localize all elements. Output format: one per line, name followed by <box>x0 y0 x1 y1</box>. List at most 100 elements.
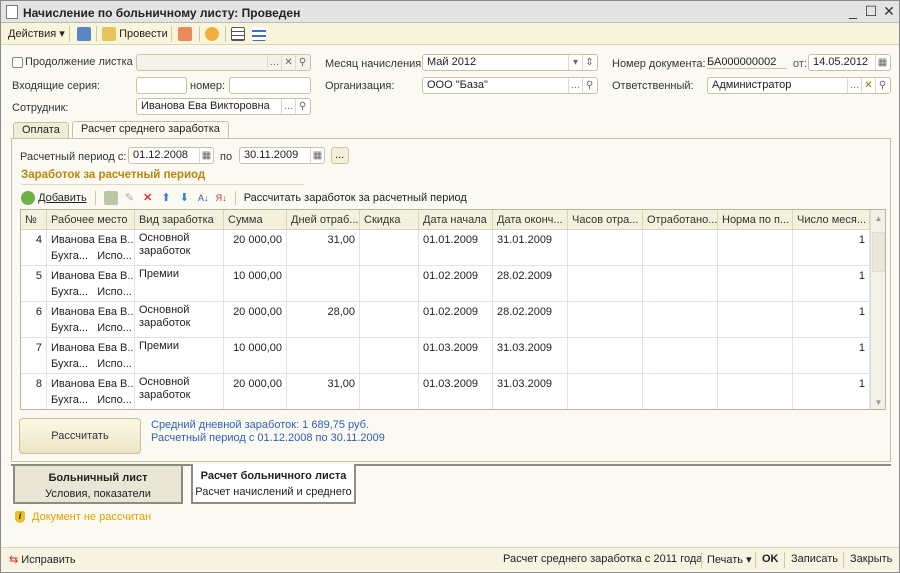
cell-type[interactable]: Основной заработок <box>135 230 224 266</box>
cell-hours[interactable] <box>568 338 643 374</box>
column-header[interactable]: Рабочее место <box>47 210 135 230</box>
select-icon[interactable]: … <box>568 78 582 93</box>
cell-start[interactable]: 01.02.2009 <box>419 302 493 338</box>
bottom-tab-sick-leave[interactable]: Больничный лист Условия, показатели <box>13 464 183 504</box>
column-header[interactable]: Отработано... <box>643 210 718 230</box>
cell-type[interactable]: Основной заработок <box>135 302 224 338</box>
month-field[interactable]: Май 2012 ▾ ⇕ <box>422 54 598 71</box>
cell-days[interactable]: 31,00 <box>287 374 360 409</box>
delete-icon[interactable]: ✕ <box>143 192 152 204</box>
clear-icon[interactable]: ✕ <box>281 55 295 70</box>
cell-emp[interactable]: Иванова Ева В... Бухга... Испо... <box>47 266 135 302</box>
save-button[interactable]: Записать <box>791 553 838 565</box>
cell-worked[interactable] <box>643 338 718 374</box>
column-header[interactable]: Число меся... <box>793 210 870 230</box>
cell-emp[interactable]: Иванова Ева В... Бухга... Испо... <box>47 230 135 266</box>
sort-asc-icon[interactable]: A↓ <box>198 193 209 203</box>
cell-type[interactable]: Премии <box>135 266 224 302</box>
cell-n[interactable]: 5 <box>21 266 47 302</box>
cell-hours[interactable] <box>568 374 643 409</box>
period-from-field[interactable]: 01.12.2008 ▦ <box>128 147 214 164</box>
column-header[interactable]: Вид заработка <box>135 210 224 230</box>
cell-sum[interactable]: 10 000,00 <box>224 338 287 374</box>
cell-start[interactable]: 01.02.2009 <box>419 266 493 302</box>
cell-days[interactable]: 31,00 <box>287 230 360 266</box>
settings-button[interactable] <box>249 26 269 42</box>
column-header[interactable]: Дата начала <box>419 210 493 230</box>
cell-disc[interactable] <box>360 374 419 409</box>
clear-icon[interactable]: ✕ <box>861 78 875 93</box>
cell-hours[interactable] <box>568 266 643 302</box>
cell-emp[interactable]: Иванова Ева В... Бухга... Испо... <box>47 338 135 374</box>
cell-n[interactable]: 6 <box>21 302 47 338</box>
move-up-icon[interactable]: ⬆ <box>161 192 170 204</box>
cell-disc[interactable] <box>360 302 419 338</box>
tab-payment[interactable]: Оплата <box>13 122 69 138</box>
vertical-scrollbar[interactable]: ▲ ▼ <box>870 210 885 409</box>
cell-days[interactable] <box>287 338 360 374</box>
cell-norm[interactable] <box>718 302 793 338</box>
responsible-field[interactable]: Администратор … ✕ ⚲ <box>707 77 891 94</box>
cell-end[interactable]: 28.02.2009 <box>493 266 568 302</box>
cell-n[interactable]: 7 <box>21 338 47 374</box>
column-header[interactable]: № <box>21 210 47 230</box>
cell-type[interactable]: Основной заработок <box>135 374 224 409</box>
period-select-button[interactable]: ... <box>331 147 349 164</box>
cell-norm[interactable] <box>718 338 793 374</box>
column-header[interactable]: Скидка <box>360 210 419 230</box>
cell-end[interactable]: 31.03.2009 <box>493 338 568 374</box>
close-button[interactable]: ✕ <box>880 3 898 21</box>
edit-icon[interactable]: ✎ <box>125 192 134 204</box>
cell-worked[interactable] <box>643 230 718 266</box>
calc-earnings-button[interactable]: Рассчитать заработок за расчетный период <box>244 192 467 204</box>
cell-disc[interactable] <box>360 230 419 266</box>
cell-start[interactable]: 01.03.2009 <box>419 338 493 374</box>
employee-field[interactable]: Иванова Ева Викторовна … ⚲ <box>136 98 311 115</box>
cell-norm[interactable] <box>718 374 793 409</box>
actions-menu[interactable]: Действия ▾ <box>5 26 68 42</box>
scroll-down-icon[interactable]: ▼ <box>871 398 885 407</box>
structure-button[interactable] <box>228 26 248 42</box>
period-to-field[interactable]: 30.11.2009 ▦ <box>239 147 325 164</box>
search-icon[interactable]: ⚲ <box>295 99 309 114</box>
bottom-tab-sick-leave-calc[interactable]: Расчет больничного листа Расчет начислени… <box>191 464 356 504</box>
search-icon[interactable]: ⚲ <box>875 78 889 93</box>
add-button[interactable]: Добавить <box>21 191 87 206</box>
fix-button[interactable]: ⇆ Исправить <box>9 553 76 566</box>
cell-sum[interactable]: 10 000,00 <box>224 266 287 302</box>
post-and-close-button[interactable] <box>74 26 94 42</box>
search-icon[interactable]: ⚲ <box>582 78 596 93</box>
cell-months[interactable]: 1 <box>793 374 870 409</box>
date-field[interactable]: 14.05.2012 ▦ <box>808 54 891 71</box>
ok-button[interactable]: OK <box>762 553 779 565</box>
cell-type[interactable]: Премии <box>135 338 224 374</box>
cell-days[interactable] <box>287 266 360 302</box>
sort-desc-icon[interactable]: Я↓ <box>216 193 227 203</box>
select-icon[interactable]: … <box>281 99 295 114</box>
cell-start[interactable]: 01.01.2009 <box>419 230 493 266</box>
cell-end[interactable]: 28.02.2009 <box>493 302 568 338</box>
cell-worked[interactable] <box>643 266 718 302</box>
organization-field[interactable]: ООО "База" … ⚲ <box>422 77 598 94</box>
scroll-up-icon[interactable]: ▲ <box>871 214 885 223</box>
search-icon[interactable]: ⚲ <box>295 55 309 70</box>
select-icon[interactable]: … <box>847 78 861 93</box>
cell-months[interactable]: 1 <box>793 338 870 374</box>
cell-norm[interactable] <box>718 266 793 302</box>
cell-end[interactable]: 31.01.2009 <box>493 230 568 266</box>
cell-n[interactable]: 4 <box>21 230 47 266</box>
calendar-icon[interactable]: ▦ <box>310 148 324 163</box>
dropdown-icon[interactable]: ▾ <box>568 55 582 70</box>
cell-start[interactable]: 01.03.2009 <box>419 374 493 409</box>
cell-days[interactable]: 28,00 <box>287 302 360 338</box>
column-header[interactable]: Часов отра... <box>568 210 643 230</box>
cell-hours[interactable] <box>568 302 643 338</box>
help-button[interactable] <box>202 26 222 42</box>
calendar-icon[interactable]: ▦ <box>199 148 213 163</box>
continuation-field[interactable]: … ✕ ⚲ <box>136 54 311 71</box>
unpost-button[interactable] <box>175 26 195 42</box>
continuation-checkbox[interactable]: Продолжение листка <box>12 56 133 68</box>
column-header[interactable]: Дней отраб... <box>287 210 360 230</box>
avg-2011-button[interactable]: Расчет среднего заработка с 2011 года <box>503 553 702 565</box>
print-menu[interactable]: Печать ▾ <box>707 553 752 566</box>
